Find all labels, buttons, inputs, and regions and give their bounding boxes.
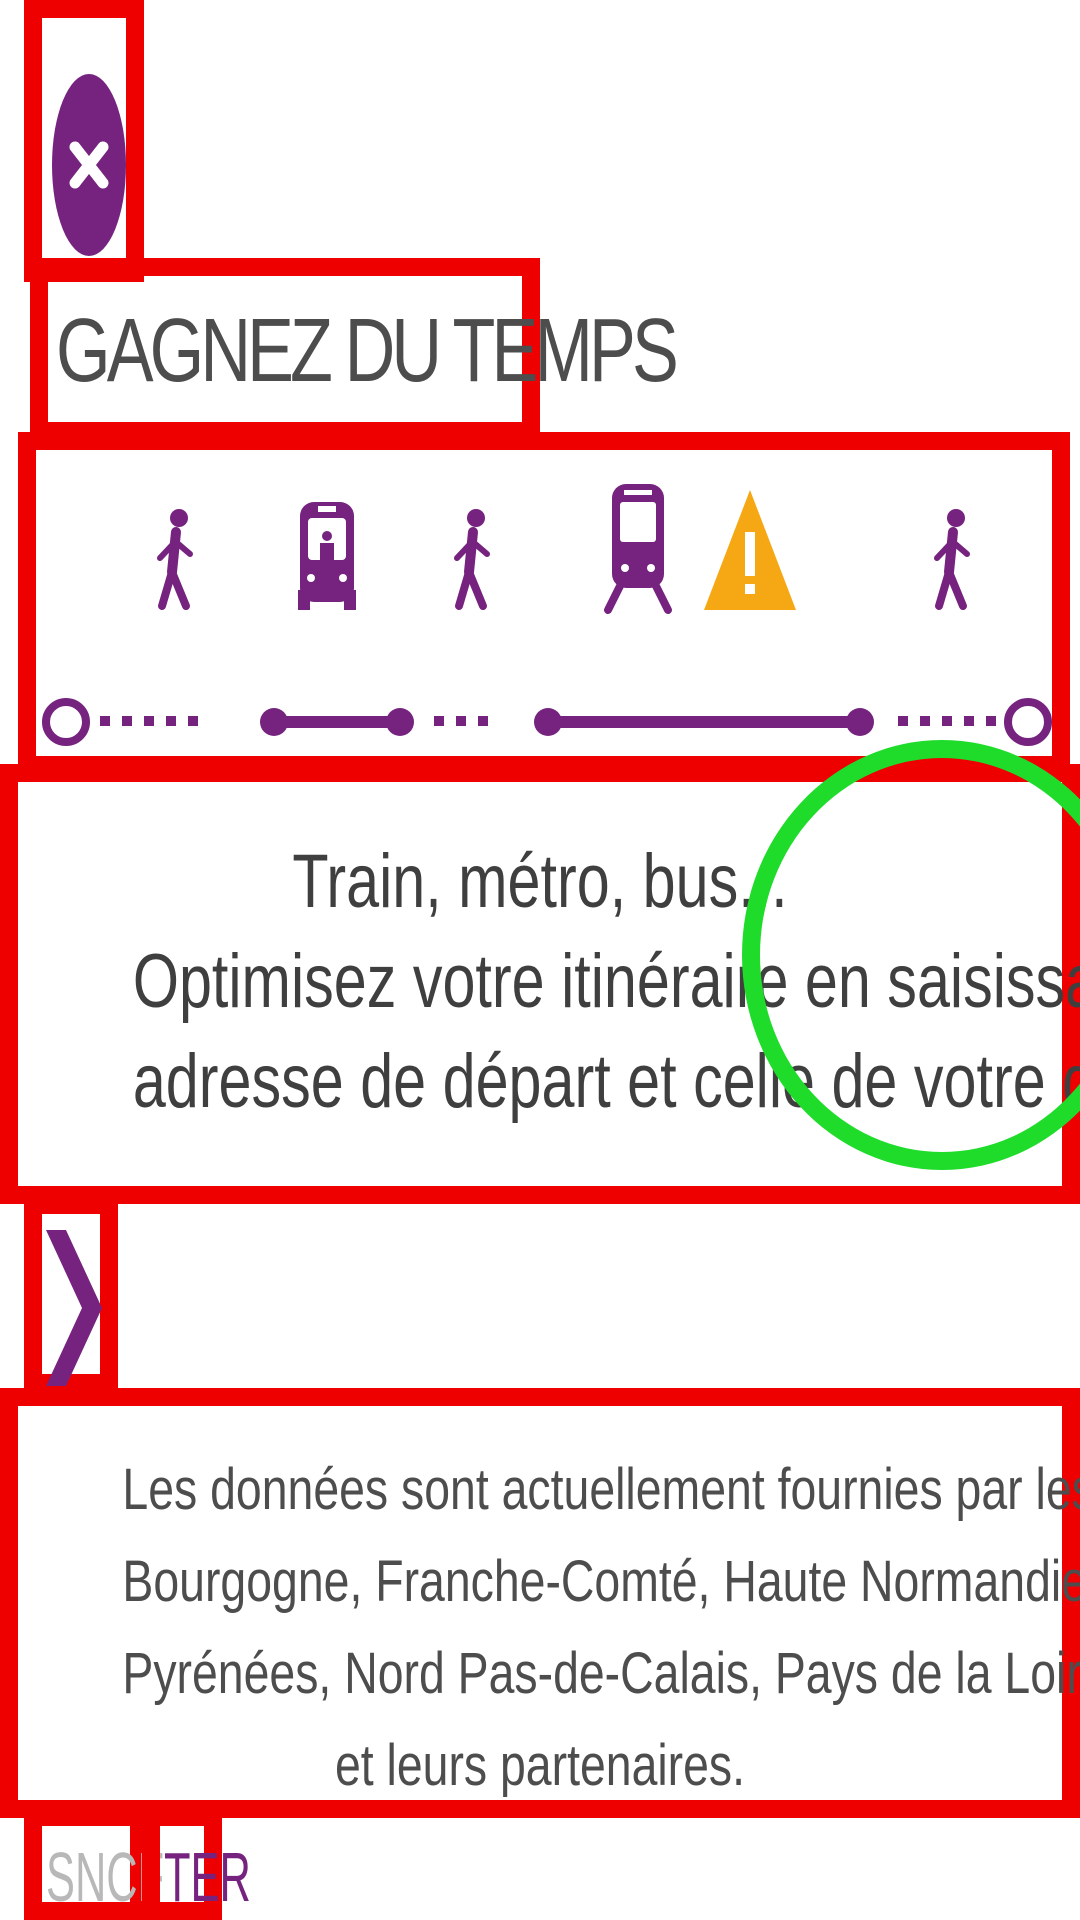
onboarding-screen: GAGNEZ DU TEMPS Train, métro, bus... Opt… <box>0 0 1080 1920</box>
walk-icon <box>157 509 193 610</box>
page-title: GAGNEZ DU TEMPS <box>56 301 679 401</box>
providers-container: Les données sont actuellement fournies p… <box>0 1388 1080 1818</box>
close-icon <box>52 74 126 256</box>
warning-icon <box>704 490 796 610</box>
description-text: Train, métro, bus... Optimisez votre iti… <box>18 832 1080 1132</box>
route-line <box>42 698 1052 746</box>
chevron-right-icon <box>46 1230 102 1386</box>
next-button[interactable] <box>24 1196 118 1392</box>
walk-icon <box>934 509 970 610</box>
sncf-logo: SNCF <box>24 1808 164 1920</box>
description-line: adresse de départ et celle de votre dest… <box>132 1039 1080 1124</box>
train-icon <box>604 484 672 614</box>
walk-icon <box>454 509 490 610</box>
title-container: GAGNEZ DU TEMPS <box>30 258 679 440</box>
providers-line: et leurs partenaires. <box>334 1733 746 1798</box>
providers-line: Bourgogne, Franche-Comté, Haute Normandi… <box>122 1549 1080 1614</box>
description-line: Train, métro, bus... <box>292 839 788 924</box>
providers-text: Les données sont actuellement fournies p… <box>18 1444 1080 1812</box>
description-line: Optimisez votre itinéraire en saisissant… <box>132 939 1080 1024</box>
close-button[interactable] <box>24 0 144 282</box>
providers-line: Les données sont actuellement fournies p… <box>122 1457 1080 1522</box>
ter-logo-text: TER <box>164 1838 251 1916</box>
description-container: Train, métro, bus... Optimisez votre iti… <box>0 764 1080 1204</box>
providers-line: Pyrénées, Nord Pas-de-Calais, Pays de la… <box>122 1641 1080 1706</box>
bus-icon <box>298 502 356 610</box>
ter-logo: TER <box>142 1808 251 1920</box>
itinerary-illustration <box>18 432 1070 774</box>
